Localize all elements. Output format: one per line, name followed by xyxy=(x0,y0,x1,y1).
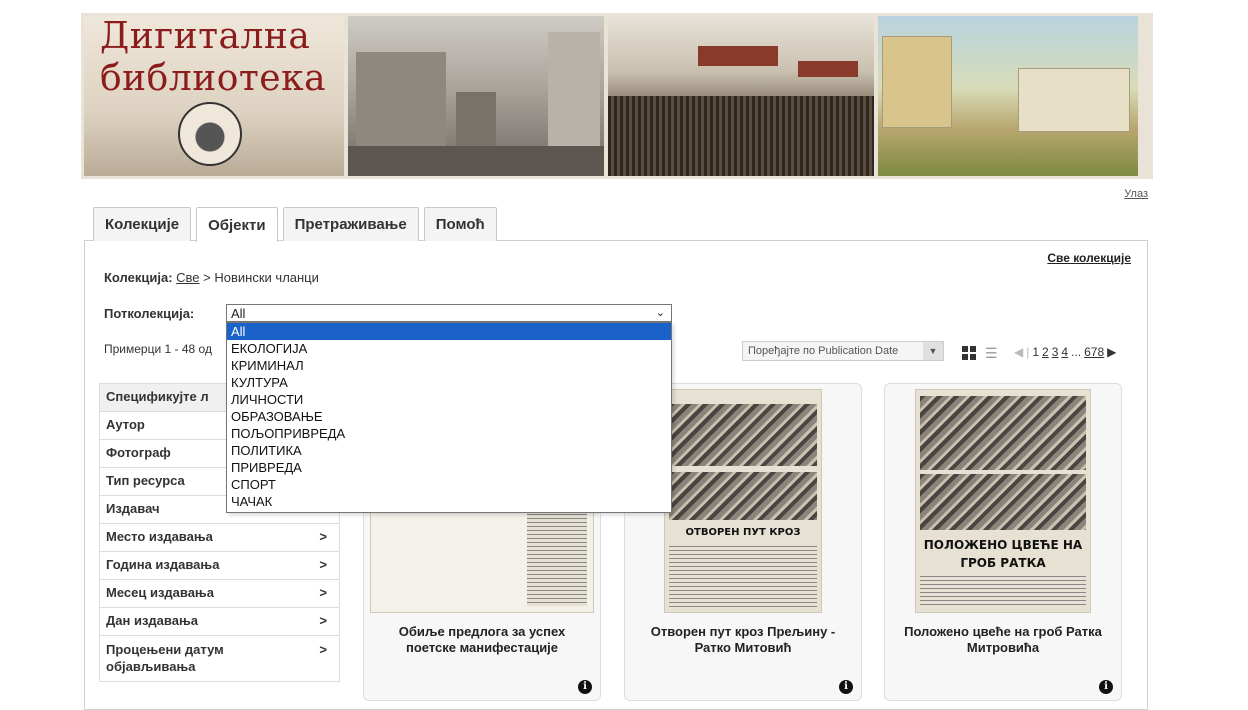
facet-label: Тип ресурса xyxy=(106,473,185,488)
building-shape xyxy=(882,36,952,128)
chevron-right-icon: > xyxy=(319,557,327,572)
dropdown-option[interactable]: ЧАЧАК xyxy=(227,493,671,510)
dropdown-option[interactable]: ЕКОЛОГИЈА xyxy=(227,340,671,357)
pager-prev-icon[interactable]: ◀ xyxy=(1014,345,1023,359)
dropdown-option[interactable]: ПОЉОПРИВРЕДА xyxy=(227,425,671,442)
pager-page-last[interactable]: 678 xyxy=(1084,345,1104,359)
pager-ellipsis: ... xyxy=(1071,345,1082,359)
road-shape xyxy=(348,146,604,176)
dropdown-option[interactable]: КРИМИНАЛ xyxy=(227,357,671,374)
grid-view-icon[interactable] xyxy=(962,346,976,360)
facet-estimated-date[interactable]: Процењени датум објављивања > xyxy=(99,635,340,681)
breadcrumb-root-link[interactable]: Све xyxy=(176,270,199,285)
dropdown-option[interactable]: ПРИВРЕДА xyxy=(227,459,671,476)
pager-page-link[interactable]: 3 xyxy=(1052,345,1059,359)
facet-label: Аутор xyxy=(106,417,145,432)
facet-label: Издавач xyxy=(106,501,160,516)
subcollection-dropdown-list: All ЕКОЛОГИЈА КРИМИНАЛ КУЛТУРА ЛИЧНОСТИ … xyxy=(226,322,672,513)
dropdown-option[interactable]: КУЛТУРА xyxy=(227,374,671,391)
banner-logo-panel[interactable]: Дигитална библиотека xyxy=(84,16,344,176)
facet-label: Процењени датум објављивања xyxy=(106,642,224,674)
facet-day-of-publication[interactable]: Дан издавања > xyxy=(99,607,340,635)
breadcrumb-current: Новински чланци xyxy=(214,270,319,285)
logo-line-1: Дигитална xyxy=(100,16,311,57)
sort-select-value: Поређајте по Publication Date xyxy=(748,345,899,357)
pager-next-icon[interactable]: ▶ xyxy=(1107,345,1116,359)
chevron-right-icon: > xyxy=(319,529,327,544)
newsprint-column xyxy=(669,546,817,608)
facet-year-of-publication[interactable]: Година издавања > xyxy=(99,551,340,579)
chevron-right-icon: > xyxy=(319,585,327,600)
banner-photo-crowd xyxy=(608,16,874,176)
building-shape xyxy=(456,92,496,152)
info-icon[interactable]: i xyxy=(1099,680,1113,694)
breadcrumb-label: Колекција: xyxy=(104,270,173,285)
roof-shape xyxy=(698,46,778,66)
chevron-right-icon: > xyxy=(319,613,327,628)
facet-place-of-publication[interactable]: Место издавања > xyxy=(99,523,340,551)
tab-help[interactable]: Помоћ xyxy=(423,207,497,241)
card-title[interactable]: Отворен пут кроз Прељину - Ратко Митовић xyxy=(633,624,853,656)
dropdown-option[interactable]: ОБРАЗОВАЊЕ xyxy=(227,408,671,425)
subcollection-selected-value: All xyxy=(231,305,246,321)
crowd-shape xyxy=(608,96,874,176)
main-tabs: Колекције Објекти Претраживање Помоћ xyxy=(93,207,497,242)
newsprint-column xyxy=(920,576,1086,608)
dropdown-option-all[interactable]: All xyxy=(227,323,671,340)
facet-label: Дан издавања xyxy=(106,613,198,628)
list-view-icon[interactable]: ☰ xyxy=(985,346,1001,360)
library-seal-icon xyxy=(178,102,242,166)
results-count: Примерци 1 - 48 од xyxy=(104,342,212,356)
breadcrumb: Колекција: Све > Новински чланци xyxy=(104,270,319,285)
newspaper-photo xyxy=(669,404,817,466)
breadcrumb-separator: > xyxy=(203,270,211,285)
chevron-down-icon: ⌄ xyxy=(655,307,665,319)
header-banner: Дигитална библиотека xyxy=(81,13,1153,179)
banner-photo-square xyxy=(878,16,1138,176)
newspaper-photo xyxy=(920,396,1086,470)
tab-search[interactable]: Претраживање xyxy=(282,207,419,241)
facet-label: Место издавања xyxy=(106,529,213,544)
banner-photo-street xyxy=(348,16,604,176)
roof-shape xyxy=(798,61,858,77)
dropdown-option[interactable]: СПОРТ xyxy=(227,476,671,493)
facet-month-of-publication[interactable]: Месец издавања > xyxy=(99,579,340,607)
building-shape xyxy=(356,52,446,152)
pagination: ◀ | 1 2 3 4 ... 678 ▶ xyxy=(1014,345,1117,359)
chevron-down-icon: ▼ xyxy=(923,342,943,360)
site-logo-text: Дигитална библиотека xyxy=(100,16,326,100)
dropdown-option[interactable]: ПОЛИТИКА xyxy=(227,442,671,459)
pager-page-current: 1 xyxy=(1032,345,1040,359)
building-shape xyxy=(548,32,600,152)
chevron-right-icon: > xyxy=(319,642,327,657)
newspaper-photo xyxy=(920,474,1086,530)
info-icon[interactable]: i xyxy=(839,680,853,694)
building-shape xyxy=(1018,68,1130,132)
subcollection-select[interactable]: All ⌄ xyxy=(226,304,672,322)
info-icon[interactable]: i xyxy=(578,680,592,694)
dropdown-option[interactable]: ЛИЧНОСТИ xyxy=(227,391,671,408)
subcollection-label: Потколекција: xyxy=(104,306,195,321)
card-title[interactable]: Положено цвеће на гроб Ратка Митровића xyxy=(893,624,1113,656)
newspaper-photo xyxy=(669,472,817,520)
facet-label: Година издавања xyxy=(106,557,220,572)
card-title[interactable]: Обиље предлога за успех поетске манифест… xyxy=(372,624,592,656)
pager-page-link[interactable]: 2 xyxy=(1042,345,1049,359)
pager-page-link[interactable]: 4 xyxy=(1061,345,1068,359)
all-collections-link[interactable]: Све колекције xyxy=(1047,251,1131,265)
facet-label: Месец издавања xyxy=(106,585,214,600)
logo-line-2: библиотека xyxy=(100,58,327,99)
card-thumbnail[interactable]: ПОЛОЖЕНО ЦВЕЋЕ НА ГРОБ РАТКА МИТРОВИЋА xyxy=(915,389,1091,613)
tab-objects[interactable]: Објекти xyxy=(196,207,278,242)
facet-label: Фотограф xyxy=(106,445,171,460)
login-link[interactable]: Улаз xyxy=(1124,188,1148,200)
card-thumbnail[interactable]: ОТВОРЕН ПУТ КРОЗ ПРЕЉИНУ xyxy=(664,389,822,613)
newsprint-column xyxy=(527,510,587,606)
tab-collections[interactable]: Колекције xyxy=(93,207,192,241)
sort-select[interactable]: Поређајте по Publication Date ▼ xyxy=(742,341,944,361)
result-card[interactable]: ПОЛОЖЕНО ЦВЕЋЕ НА ГРОБ РАТКА МИТРОВИЋА П… xyxy=(884,383,1122,701)
facet-label: Спецификујте л xyxy=(106,389,209,404)
